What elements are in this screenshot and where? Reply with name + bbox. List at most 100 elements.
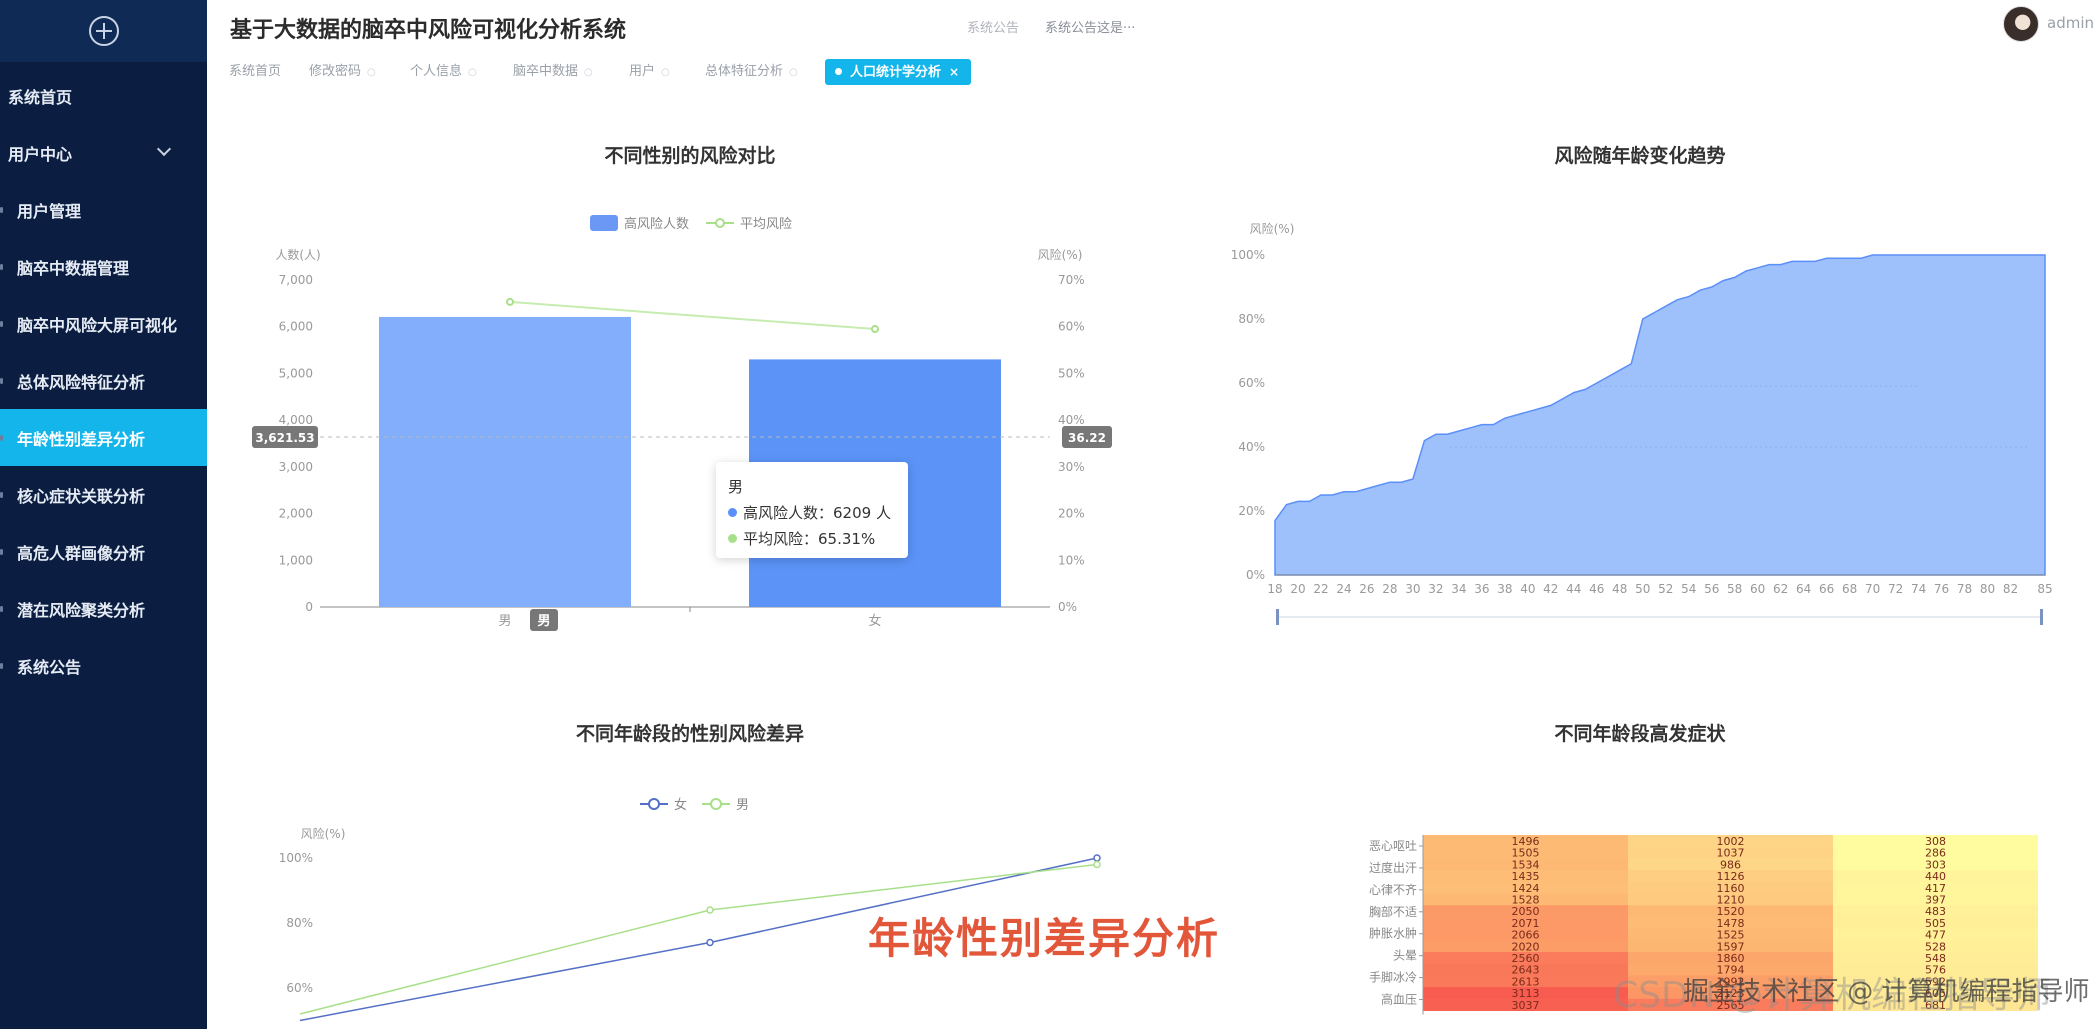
avatar[interactable] [2003,6,2039,42]
tag-password[interactable]: 修改密码 ○ [309,59,376,85]
sidebar-item[interactable]: 脑卒中风险大屏可视化 [0,295,207,352]
sidebar-item-label: 脑卒中数据管理 [17,258,130,278]
sidebar-item[interactable]: 潜在风险聚类分析 [0,580,207,637]
heatmap-row-label: 肿胀水肿 [1369,926,1417,941]
active-dot-icon [835,68,842,75]
x-tick-label: 46 [1589,582,1604,596]
crosshair-label: 男 [537,614,550,629]
tag-label: 修改密码 [309,64,362,79]
x-tick-label: 62 [1773,582,1788,596]
sidebar-item[interactable]: 年龄性别差异分析 [0,409,207,466]
tag-close-icon[interactable]: ○ [584,67,593,78]
sidebar-item[interactable]: 核心症状关联分析 [0,466,207,523]
sidebar-item[interactable]: 脑卒中数据管理 [0,238,207,295]
y-tick-label: 1,000 [279,553,313,567]
y-tick-label: 0% [1246,568,1265,582]
tag-users[interactable]: 用户 ○ [629,59,670,85]
legend-swatch-dot [710,798,722,810]
sidebar-item-label: 系统首页 [8,87,73,107]
heatmap-row-label: 恶心呕吐 [1369,839,1417,853]
legend: 女男 [640,797,749,813]
chart-gender[interactable]: 高风险人数 平均风险人数(人) 风险(%) 0 1,000 2,000 3,000 4,000… [240,200,1130,640]
y-axis-title: 风险(%) [1250,221,1295,236]
heatmap-row-label: 过度出汗 [1369,860,1417,875]
bullet-icon [0,549,3,555]
y2-tick-label: 0% [1058,600,1077,614]
sidebar-item-label: 用户中心 [8,144,73,164]
x-tick-label: 20 [1290,582,1305,596]
tag-demographics[interactable]: 人口统计学分析 × [825,59,972,85]
add-circle-icon[interactable] [87,14,121,48]
y2-tick-label: 50% [1058,366,1085,380]
tag-label: 个人信息 [410,64,463,79]
tag-close-icon[interactable]: ○ [661,67,670,78]
line-point [706,938,714,947]
chart-trend[interactable]: 风险(%) 0% 20% 40% 60% 80% 100% 18 20 22 24 26 28 30 32 3… [1220,215,2070,635]
tag-label: 脑卒中数据 [513,64,579,79]
series-dot-icon [728,534,737,543]
x-tick-label: 男 [498,614,511,629]
legend-swatch-bar [590,215,618,231]
heatmap-row-label: 胸部不适 [1369,904,1417,919]
y-tick-label: 60% [1238,376,1265,390]
crosshair-label: 3,621.53 [255,431,314,445]
bullet-icon [0,435,3,441]
overlay-caption: 年龄性别差异分析 [868,914,1221,963]
tag-close-icon[interactable]: ○ [468,67,477,78]
bullet-icon [0,207,3,213]
sidebar-item[interactable]: 总体风险特征分析 [0,352,207,409]
y2-tick-label: 30% [1058,460,1085,474]
tag-home[interactable]: 系统首页 [229,59,281,85]
close-icon[interactable]: × [949,65,959,79]
x-tick-label: 74 [1911,582,1926,596]
legend: 高风险人数 平均风险 [590,215,792,232]
sidebar-item-label: 用户管理 [17,201,82,221]
heatmap-cell-label: 3037 [1512,999,1540,1012]
chart-tooltip: 男 高风险人数：6209 人 平均风险：65.31% [716,462,908,558]
bullet-icon [0,378,3,384]
x-tick-label: 85 [2037,582,2052,596]
bullet-icon [0,606,3,612]
chart-title-trend: 风险随年龄变化趋势 [1554,145,1726,167]
heatmap-row-label: 心律不齐 [1369,882,1417,897]
y-tick-label: 80% [1238,312,1265,326]
x-tick-label: 36 [1474,582,1489,596]
heatmap-row-label: 手脚冰冷 [1369,970,1417,985]
y-tick-label: 40% [1238,440,1265,454]
chart-title-heatmap: 不同年龄段高发症状 [1554,723,1726,745]
sidebar-item[interactable]: 用户中心 [0,124,207,181]
sidebar-item-label: 脑卒中风险大屏可视化 [17,315,178,335]
sidebar-menu: 系统首页用户中心用户管理脑卒中数据管理脑卒中风险大屏可视化总体风险特征分析 年龄性… [0,67,207,694]
x-tick-label: 34 [1451,582,1466,596]
chevron-down-icon[interactable] [156,141,172,157]
username[interactable]: admin [2047,14,2094,32]
tag-stroke-data[interactable]: 脑卒中数据 ○ [513,59,593,85]
tag-overall[interactable]: 总体特征分析 ○ [705,59,798,85]
x-tick-label: 40 [1520,582,1535,596]
y2-tick-label: 40% [1058,413,1085,427]
x-tick-label: 42 [1543,582,1558,596]
notice-marquee[interactable]: 系统公告这是··· [1045,17,1135,36]
sidebar-item[interactable]: 用户管理 [0,181,207,238]
sidebar-item[interactable]: 系统首页 [0,67,207,124]
sidebar-item[interactable]: 高危人群画像分析 [0,523,207,580]
y-tick-label: 60% [286,981,313,995]
x-tick-label: 26 [1359,582,1374,596]
y-tick-label: 6,000 [279,320,313,334]
bullet-icon [0,264,3,270]
x-tick-label: 48 [1612,582,1627,596]
tag-profile[interactable]: 个人信息 ○ [410,59,477,85]
chart-title-agegender: 不同年龄段的性别风险差异 [575,723,804,745]
sidebar-logo[interactable] [0,0,207,62]
x-tick-label: 54 [1681,582,1696,596]
sidebar-item-label: 高危人群画像分析 [17,543,146,563]
datazoom-handle-left [1276,609,1279,625]
sidebar-item[interactable]: 系统公告 [0,637,207,694]
app-root: 系统首页 用户中心 用户管理 脑卒中数据管理 脑卒中风险大屏可视化 总体风险特征分析 年龄性… [0,0,2097,1029]
tag-close-icon[interactable]: ○ [789,67,798,78]
y-tick-label: 4,000 [279,413,313,427]
x-tick-label: 24 [1336,582,1351,596]
x-tick-label: 70 [1865,582,1880,596]
tag-close-icon[interactable]: ○ [367,67,376,78]
y2-axis-title: 风险(%) [1038,247,1083,262]
